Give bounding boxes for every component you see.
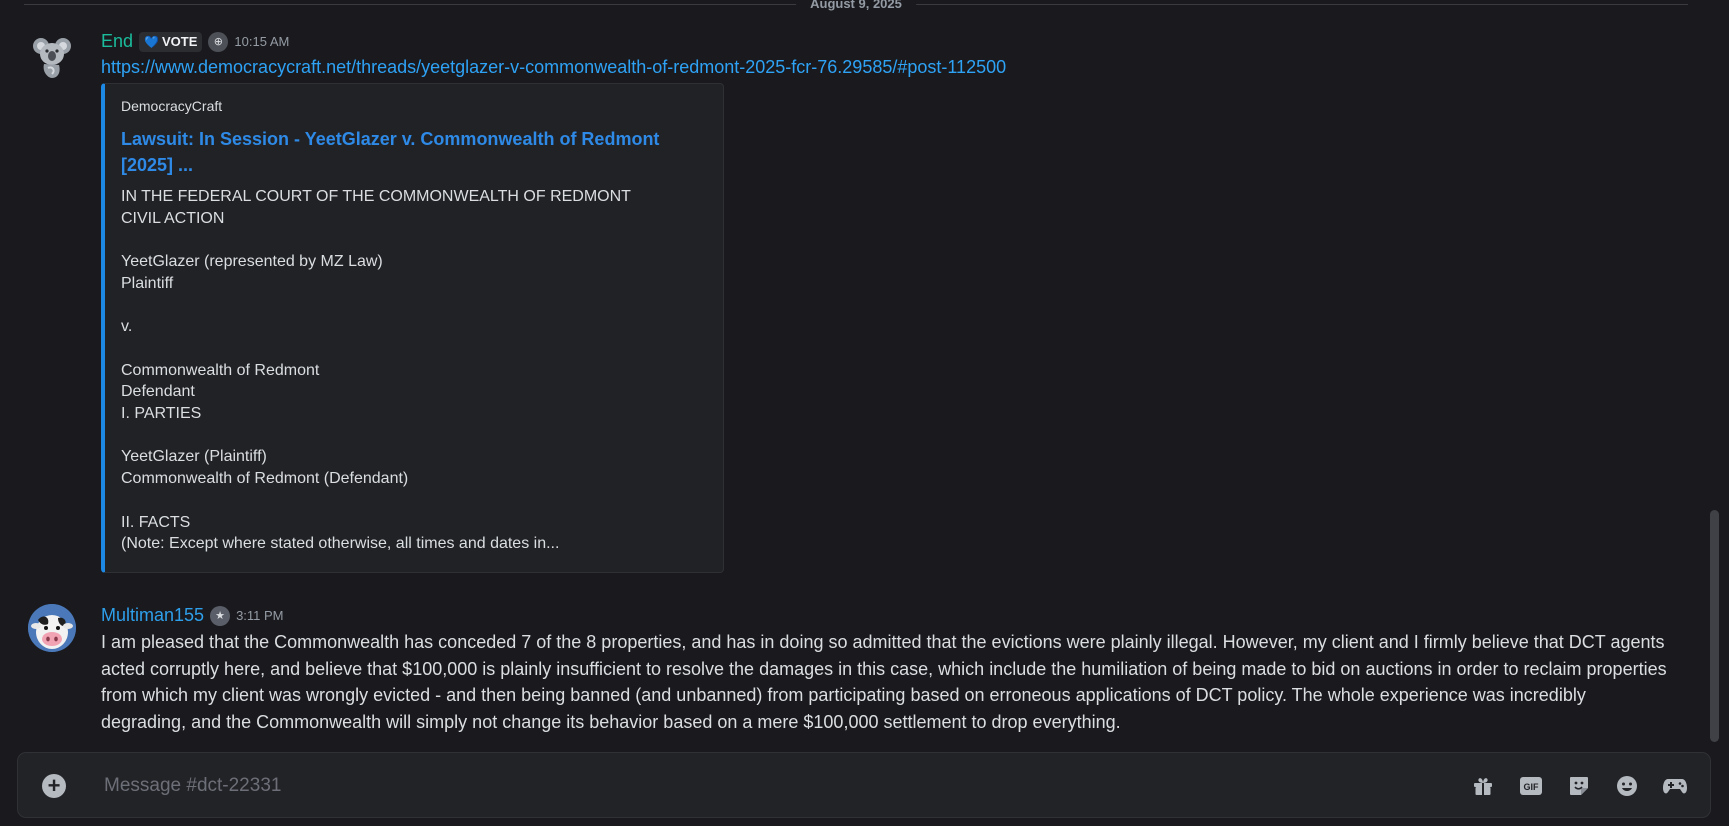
date-divider: August 9, 2025 <box>24 0 1688 10</box>
embed-description: IN THE FEDERAL COURT OF THE COMMONWEALTH… <box>121 188 631 553</box>
gift-icon[interactable] <box>1469 772 1497 800</box>
chat-messages: August 9, 2025 End 💙 VOTE ⊕ 10:15 AM htt… <box>0 0 1705 750</box>
role-icon[interactable]: ★ <box>210 605 231 626</box>
username[interactable]: End <box>101 31 133 52</box>
link-embed: DemocracyCraft Lawsuit: In Session - Yee… <box>101 83 724 573</box>
emoji-icon[interactable] <box>1613 772 1641 800</box>
timestamp[interactable]: 10:15 AM <box>234 34 289 49</box>
date-divider-label: August 9, 2025 <box>796 0 916 10</box>
message-composer: + GIF <box>17 752 1711 818</box>
username[interactable]: Multiman155 <box>101 605 204 626</box>
plus-circle-icon[interactable]: + <box>42 774 66 798</box>
message-input[interactable] <box>102 767 1406 805</box>
vote-badge: 💙 VOTE <box>139 31 203 52</box>
activity-icon[interactable] <box>1661 772 1689 800</box>
message-text: I am pleased that the Commonwealth has c… <box>101 632 1667 732</box>
role-icon[interactable]: ⊕ <box>208 31 229 52</box>
sticker-icon[interactable] <box>1565 772 1593 800</box>
embed-provider[interactable]: DemocracyCraft <box>121 98 707 114</box>
gif-label: GIF <box>1524 782 1540 792</box>
scrollbar-thumb[interactable] <box>1710 510 1719 742</box>
avatar[interactable] <box>28 32 76 80</box>
badge-label: VOTE <box>161 34 198 49</box>
cow-avatar-icon <box>28 604 76 652</box>
timestamp[interactable]: 3:11 PM <box>236 608 283 623</box>
koala-avatar-icon <box>33 38 71 78</box>
embed-title[interactable]: Lawsuit: In Session - YeetGlazer v. Comm… <box>121 126 681 178</box>
heart-icon: 💙 <box>144 34 159 49</box>
avatar[interactable] <box>28 604 76 652</box>
gif-icon[interactable]: GIF <box>1517 772 1545 800</box>
thread-link[interactable]: https://www.democracycraft.net/threads/y… <box>101 57 1006 78</box>
